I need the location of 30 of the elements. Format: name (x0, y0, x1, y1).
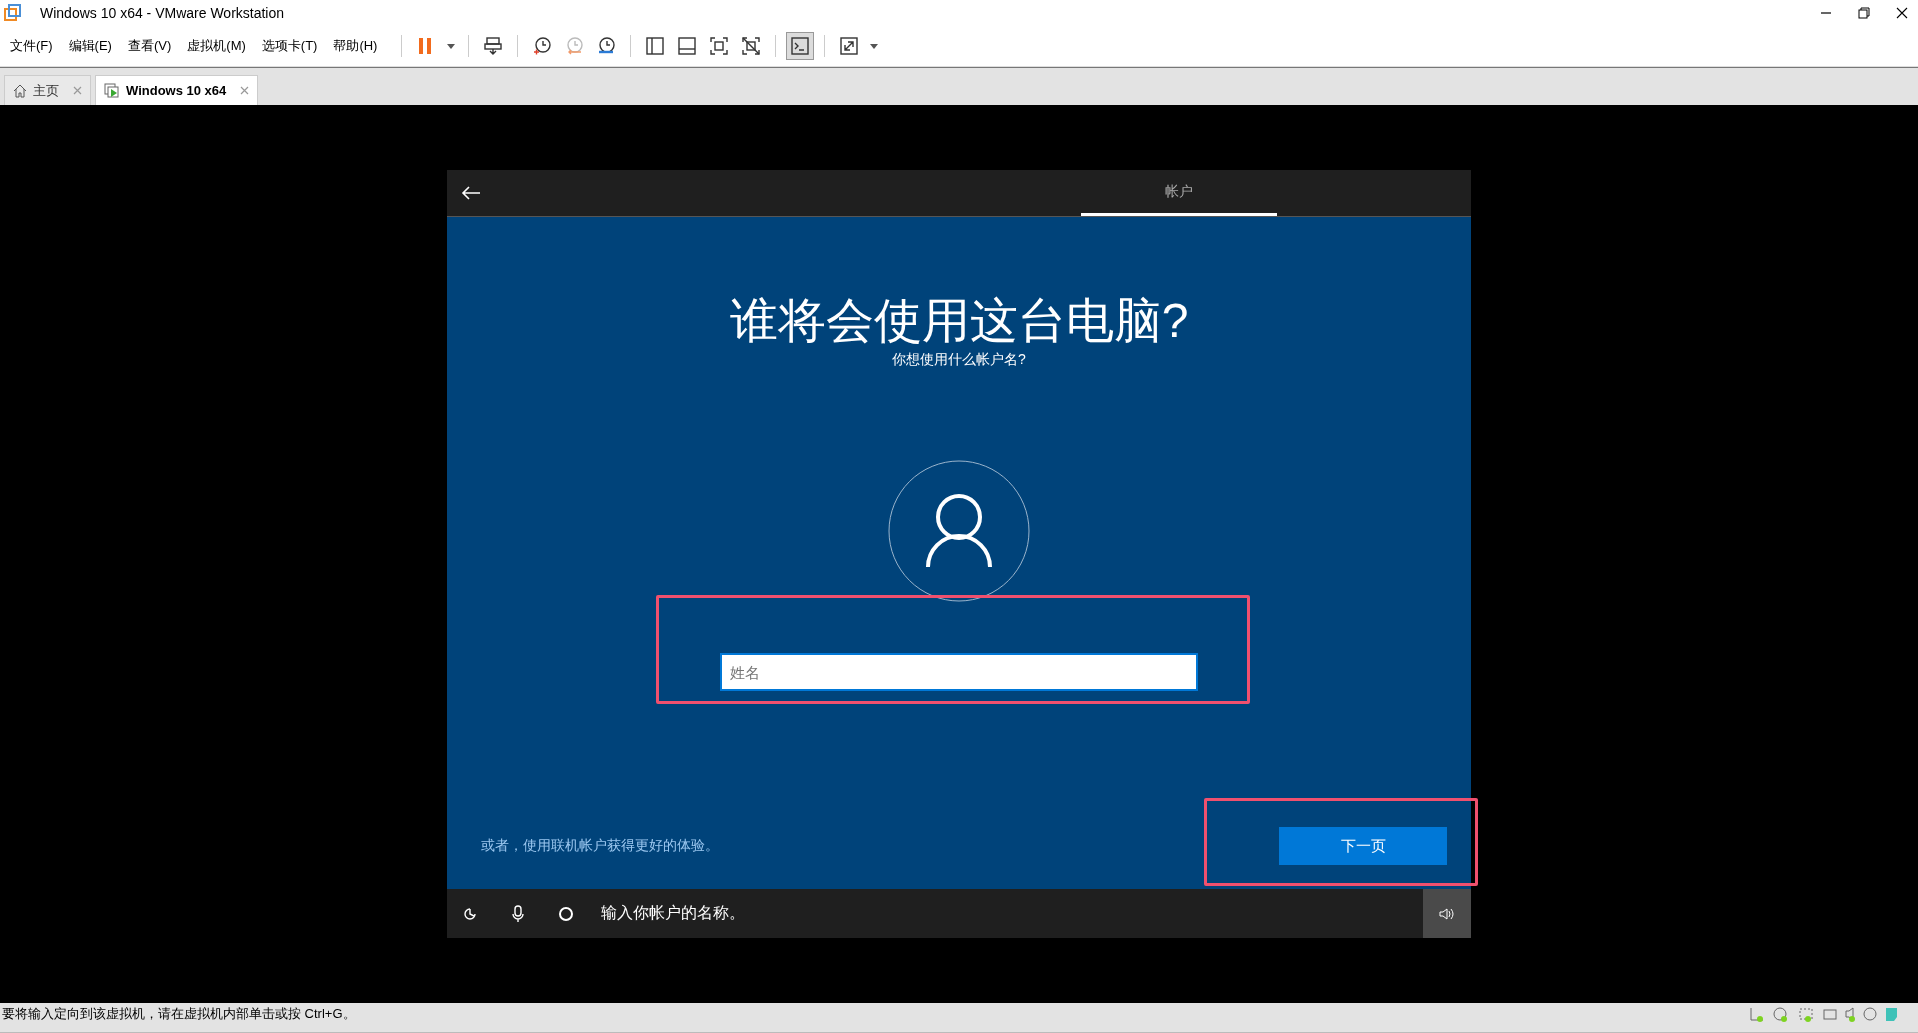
close-icon[interactable] (1896, 7, 1908, 19)
menu-item[interactable]: 查看(V) (127, 37, 172, 55)
home-icon (13, 83, 27, 98)
tab[interactable]: 主页 (4, 75, 91, 105)
menu-item[interactable]: 选项卡(T) (261, 37, 318, 55)
next-button[interactable]: 下一页 (1279, 827, 1447, 865)
person-avatar-icon (888, 460, 1030, 602)
tab-label: 主页 (33, 81, 59, 100)
subheading: 你想使用什么帐户名? (892, 351, 1026, 369)
back-arrow-icon[interactable] (461, 185, 481, 201)
circle-icon[interactable] (557, 904, 575, 923)
status-message: 要将输入定向到该虚拟机，请在虚拟机内部单击或按 Ctrl+G。 (1, 1004, 356, 1023)
window-title: Windows 10 x64 - VMware Workstation (40, 5, 285, 21)
menu-item[interactable]: 文件(F) (10, 37, 53, 55)
online-account-link[interactable]: 或者，使用联机帐户获得更好的体验。 (481, 837, 719, 855)
menu-item[interactable]: 帮助(H) (333, 37, 378, 55)
narration-text: 输入你帐户的名称。 (601, 903, 745, 923)
app-logo-icon (4, 4, 22, 22)
name-field[interactable]: 姓名 (720, 653, 1198, 691)
menu-item[interactable]: 虚拟机(M) (187, 37, 246, 55)
vm-play-icon (104, 82, 120, 99)
speaker-icon (1439, 906, 1455, 921)
page-heading: 谁将会使用这台电脑? (729, 293, 1189, 349)
tab[interactable]: Windows 10 x64 (95, 75, 259, 105)
volume-button[interactable] (1423, 889, 1471, 938)
menu-item[interactable]: 编辑(E) (68, 37, 112, 55)
console-icon[interactable] (786, 32, 815, 60)
microphone-icon[interactable] (509, 904, 527, 923)
tab-label: Windows 10 x64 (126, 83, 227, 98)
restore-icon[interactable] (1858, 7, 1870, 19)
